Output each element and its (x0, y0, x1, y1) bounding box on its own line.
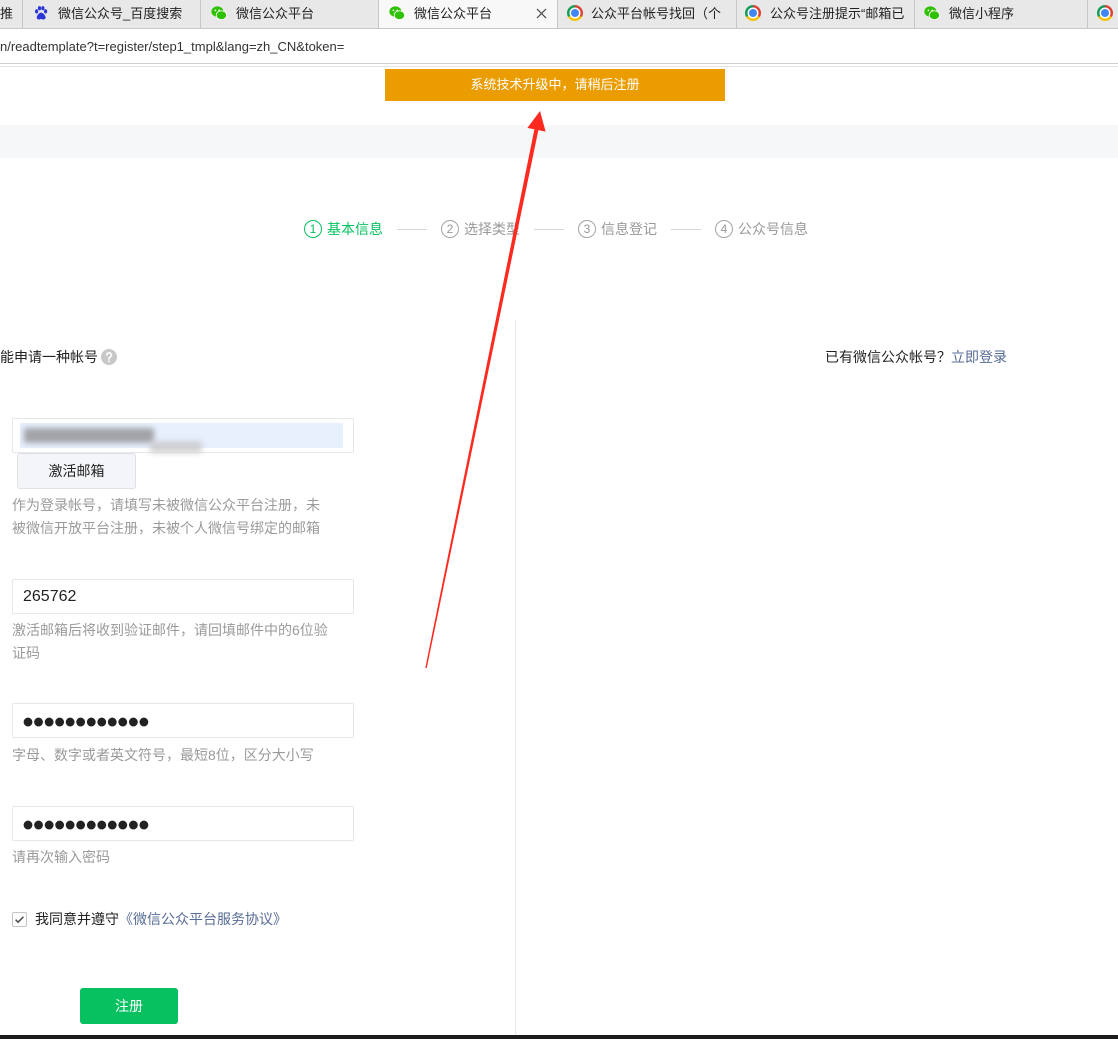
step-number: 3 (578, 220, 596, 238)
browser-tab[interactable]: 公众号注册提示“邮箱已 (737, 0, 915, 28)
agreement-checkbox[interactable] (12, 912, 27, 927)
browser-tab-strip: 推 微信公众号_百度搜索 微信公众平台 微信公众平台 公众平台帐号找回（个 公众… (0, 0, 1118, 29)
verify-code-input[interactable] (12, 579, 354, 614)
email-input[interactable] (12, 418, 354, 453)
wechat-icon (389, 6, 405, 20)
address-bar[interactable]: n/readtemplate?t=register/step1_tmpl&lan… (0, 29, 1118, 64)
browser-icon (1097, 5, 1113, 21)
column-divider (515, 320, 516, 1035)
step-select-type: 2 选择类型 (441, 220, 520, 238)
hint-line: 作为登录帐号，请填写未被微信公众平台注册，未 (12, 497, 320, 513)
agreement-label: 我同意并遵守 《微信公众平台服务协议》 (35, 910, 287, 928)
tab-label: 推 (0, 6, 14, 21)
verify-code-hint: 激活邮箱后将收到验证邮件，请回填邮件中的6位验 证码 (12, 619, 352, 665)
step-basic-info: 1 基本信息 (304, 220, 383, 238)
step-label: 基本信息 (327, 221, 383, 237)
confirm-password-input[interactable] (12, 806, 354, 841)
browser-tab[interactable]: 微信公众平台 (201, 0, 379, 28)
browser-tab[interactable] (1088, 0, 1118, 28)
step-label: 公众号信息 (738, 221, 808, 237)
browser-tab[interactable]: 推 (0, 0, 23, 28)
step-number: 2 (441, 220, 459, 238)
baidu-icon (35, 6, 48, 20)
tab-label: 微信公众平台 (236, 6, 315, 21)
wechat-icon (924, 6, 940, 20)
registration-steps: 1 基本信息 2 选择类型 3 信息登记 4 公众号信息 (304, 219, 808, 239)
form-title: 能申请一种帐号 (0, 349, 98, 365)
help-icon[interactable] (101, 349, 117, 365)
password-hint: 字母、数字或者英文符号，最短8位，区分大小写 (12, 744, 352, 767)
step-separator (397, 228, 427, 230)
tab-label: 微信公众号_百度搜索 (58, 6, 183, 21)
step-number: 1 (304, 220, 322, 238)
password-input[interactable] (12, 703, 354, 738)
tab-label: 微信公众平台 (414, 6, 493, 21)
confirm-password-hint: 请再次输入密码 (12, 846, 352, 869)
step-account-info: 4 公众号信息 (715, 220, 808, 238)
tab-label: 公众号注册提示“邮箱已 (770, 6, 905, 21)
hint-line: 证码 (12, 645, 40, 661)
hint-line: 字母、数字或者英文符号，最短8位，区分大小写 (12, 747, 314, 763)
step-label: 选择类型 (464, 221, 520, 237)
screen-bottom-edge (0, 1035, 1118, 1039)
tab-label: 公众平台帐号找回（个 (591, 6, 722, 21)
login-link[interactable]: 立即登录 (951, 348, 1007, 366)
tab-label: 微信小程序 (949, 6, 1015, 21)
browser-tab[interactable]: 微信小程序 (915, 0, 1088, 28)
email-hint: 作为登录帐号，请填写未被微信公众平台注册，未 被微信开放平台注册，未被个人微信号… (12, 494, 352, 540)
notice-banner: 系统技术升级中，请稍后注册 (385, 69, 725, 101)
address-url[interactable]: n/readtemplate?t=register/step1_tmpl&lan… (0, 38, 344, 55)
agreement-text: 我同意并遵守 (35, 911, 119, 927)
hint-line: 被微信开放平台注册，未被个人微信号绑定的邮箱 (12, 520, 320, 536)
header-band (0, 125, 1118, 158)
browser-tab-active[interactable]: 微信公众平台 (379, 0, 558, 28)
step-separator (671, 228, 701, 230)
browser-tab[interactable]: 公众平台帐号找回（个 (558, 0, 737, 28)
arrow-shaft (425, 129, 539, 669)
hint-line: 激活邮箱后将收到验证邮件，请回填邮件中的6位验 (12, 622, 328, 638)
wechat-icon (211, 6, 227, 20)
step-info-register: 3 信息登记 (578, 220, 657, 238)
step-label: 信息登记 (601, 221, 657, 237)
checkmark-icon (15, 916, 24, 924)
step-separator (534, 228, 564, 230)
chrome-divider (0, 66, 1118, 67)
activate-email-button[interactable]: 激活邮箱 (17, 453, 136, 489)
service-agreement-link[interactable]: 《微信公众平台服务协议》 (119, 910, 287, 928)
register-button[interactable]: 注册 (80, 988, 178, 1024)
login-prompt: 已有微信公众帐号？ 立即登录 (825, 348, 1007, 366)
close-icon[interactable] (536, 8, 547, 19)
hint-line: 请再次输入密码 (12, 849, 110, 865)
login-prompt-text: 已有微信公众帐号？ (825, 349, 951, 365)
step-number: 4 (715, 220, 733, 238)
browser-tab[interactable]: 微信公众号_百度搜索 (23, 0, 201, 28)
browser-icon (745, 5, 761, 21)
browser-icon (567, 5, 583, 21)
